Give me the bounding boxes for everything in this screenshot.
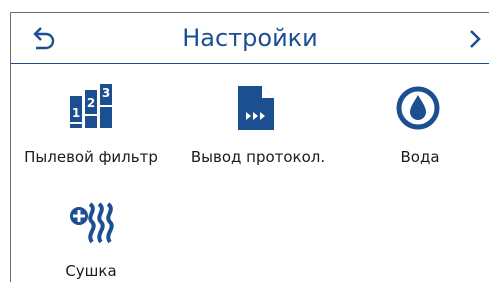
tile-label: Сушка: [65, 262, 117, 280]
tile-water[interactable]: Вода: [356, 84, 484, 170]
drying-icon: [70, 202, 114, 244]
tile-drying[interactable]: Сушка: [46, 198, 136, 282]
protocol-output-icon: [238, 86, 274, 130]
tile-label: Пылевой фильтр: [24, 148, 158, 166]
tile-label: Вода: [400, 148, 440, 166]
svg-text:3: 3: [102, 86, 110, 100]
header-divider: [11, 63, 489, 64]
tile-protocol-output[interactable]: Вывод протокол.: [183, 84, 333, 170]
water-drop-icon: [396, 86, 440, 130]
tile-label: Вывод протокол.: [190, 148, 326, 166]
dust-filter-icon: 1 2 3: [70, 84, 112, 128]
svg-text:2: 2: [87, 96, 95, 110]
next-page-button[interactable]: [463, 24, 487, 54]
header-bar: Настройки: [11, 13, 489, 63]
svg-text:1: 1: [72, 106, 80, 120]
tile-dust-filter[interactable]: 1 2 3 Пылевой фильтр: [16, 84, 166, 170]
chevron-right-icon: [470, 30, 481, 48]
page-title: Настройки: [182, 24, 318, 52]
